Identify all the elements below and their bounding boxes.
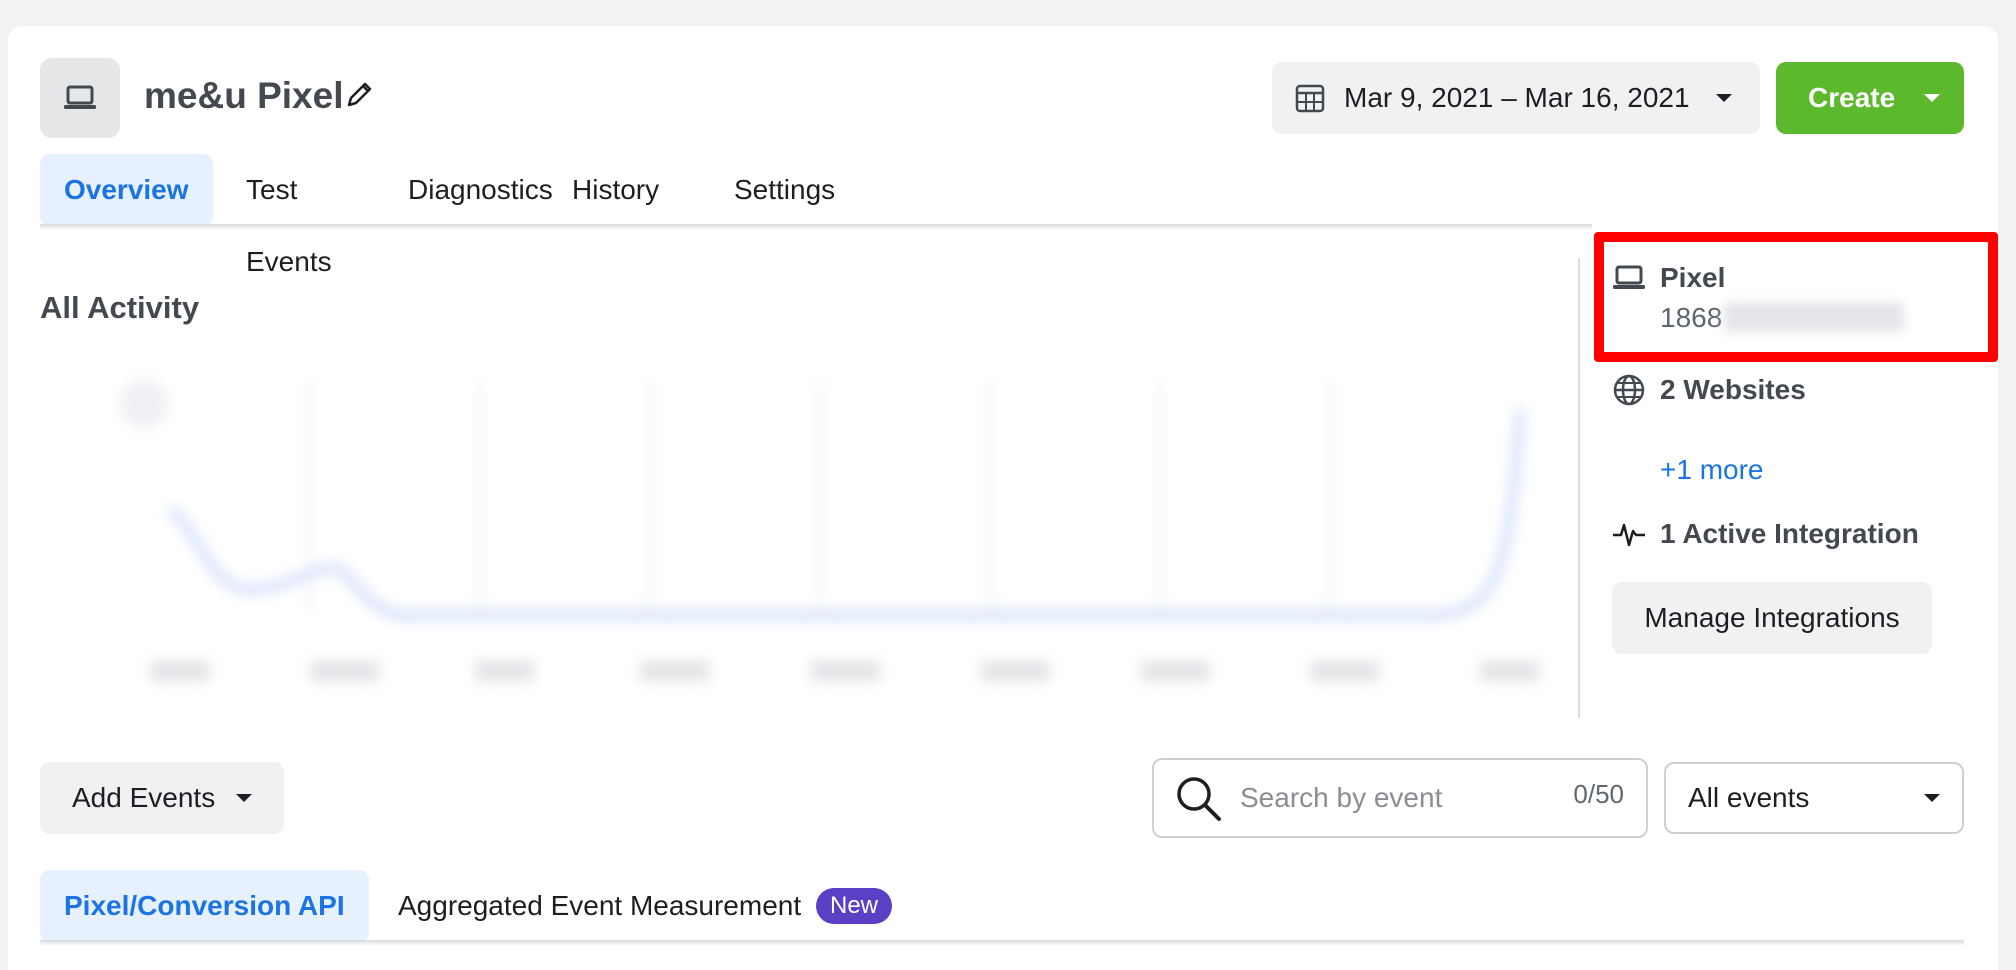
date-range-picker[interactable]: Mar 9, 2021 – Mar 16, 2021 bbox=[1272, 62, 1760, 134]
sub-tabs-divider bbox=[40, 940, 1964, 946]
date-range-text: Mar 9, 2021 – Mar 16, 2021 bbox=[1344, 82, 1690, 113]
tab-history[interactable]: History bbox=[548, 154, 683, 226]
create-button-label: Create bbox=[1808, 82, 1896, 113]
chart-series-line bbox=[166, 409, 1526, 621]
activity-chart-blurred bbox=[120, 380, 1540, 682]
manage-integrations-button[interactable]: Manage Integrations bbox=[1612, 582, 1932, 654]
websites-row: 2 Websites bbox=[1612, 372, 1806, 408]
caret-down-icon bbox=[1924, 94, 1940, 102]
globe-icon bbox=[1613, 374, 1645, 406]
new-badge: New bbox=[816, 888, 893, 924]
tab-settings[interactable]: Settings bbox=[710, 154, 859, 226]
all-activity-title: All Activity bbox=[40, 290, 200, 325]
event-filter-select[interactable]: All events bbox=[1664, 762, 1964, 834]
chart-gridlines bbox=[308, 380, 1332, 610]
tab-pixel-conversion-api[interactable]: Pixel/Conversion API bbox=[40, 870, 369, 942]
event-filter-value: All events bbox=[1688, 782, 1810, 813]
create-button[interactable]: Create bbox=[1776, 62, 1964, 134]
page-title: me&u Pixel bbox=[144, 75, 344, 116]
calendar-icon bbox=[1295, 84, 1325, 113]
caret-down-icon bbox=[236, 794, 252, 802]
pixel-avatar bbox=[40, 58, 120, 138]
laptop-icon bbox=[64, 85, 96, 109]
pencil-icon[interactable] bbox=[342, 78, 376, 112]
add-events-button[interactable]: Add Events bbox=[40, 762, 284, 834]
integration-row: 1 Active Integration bbox=[1612, 516, 1919, 552]
caret-down-icon bbox=[1716, 94, 1732, 102]
caret-down-icon bbox=[1924, 794, 1940, 802]
activity-pulse-icon bbox=[1613, 523, 1645, 547]
tab-aggregated-event-measurement[interactable]: Aggregated Event Measurement bbox=[374, 870, 825, 942]
chart-axis-labels bbox=[150, 660, 1540, 682]
highlight-annotation-box bbox=[1594, 232, 1998, 362]
add-events-label: Add Events bbox=[72, 782, 216, 813]
websites-label: 2 Websites bbox=[1660, 374, 1806, 405]
search-icon bbox=[1177, 777, 1221, 821]
more-websites-link[interactable]: +1 more bbox=[1660, 452, 1764, 488]
tab-overview[interactable]: Overview bbox=[40, 154, 213, 226]
chart-blob bbox=[120, 380, 168, 428]
tab-test-events[interactable]: Test Events bbox=[222, 154, 356, 277]
search-char-count: 0/50 bbox=[1573, 779, 1624, 809]
tabs-divider bbox=[40, 224, 1592, 230]
panel-divider bbox=[1578, 258, 1580, 718]
active-integration-label: 1 Active Integration bbox=[1660, 518, 1919, 549]
event-search[interactable]: Search by event 0/50 bbox=[1152, 758, 1648, 838]
search-input-placeholder[interactable]: Search by event bbox=[1240, 780, 1442, 816]
